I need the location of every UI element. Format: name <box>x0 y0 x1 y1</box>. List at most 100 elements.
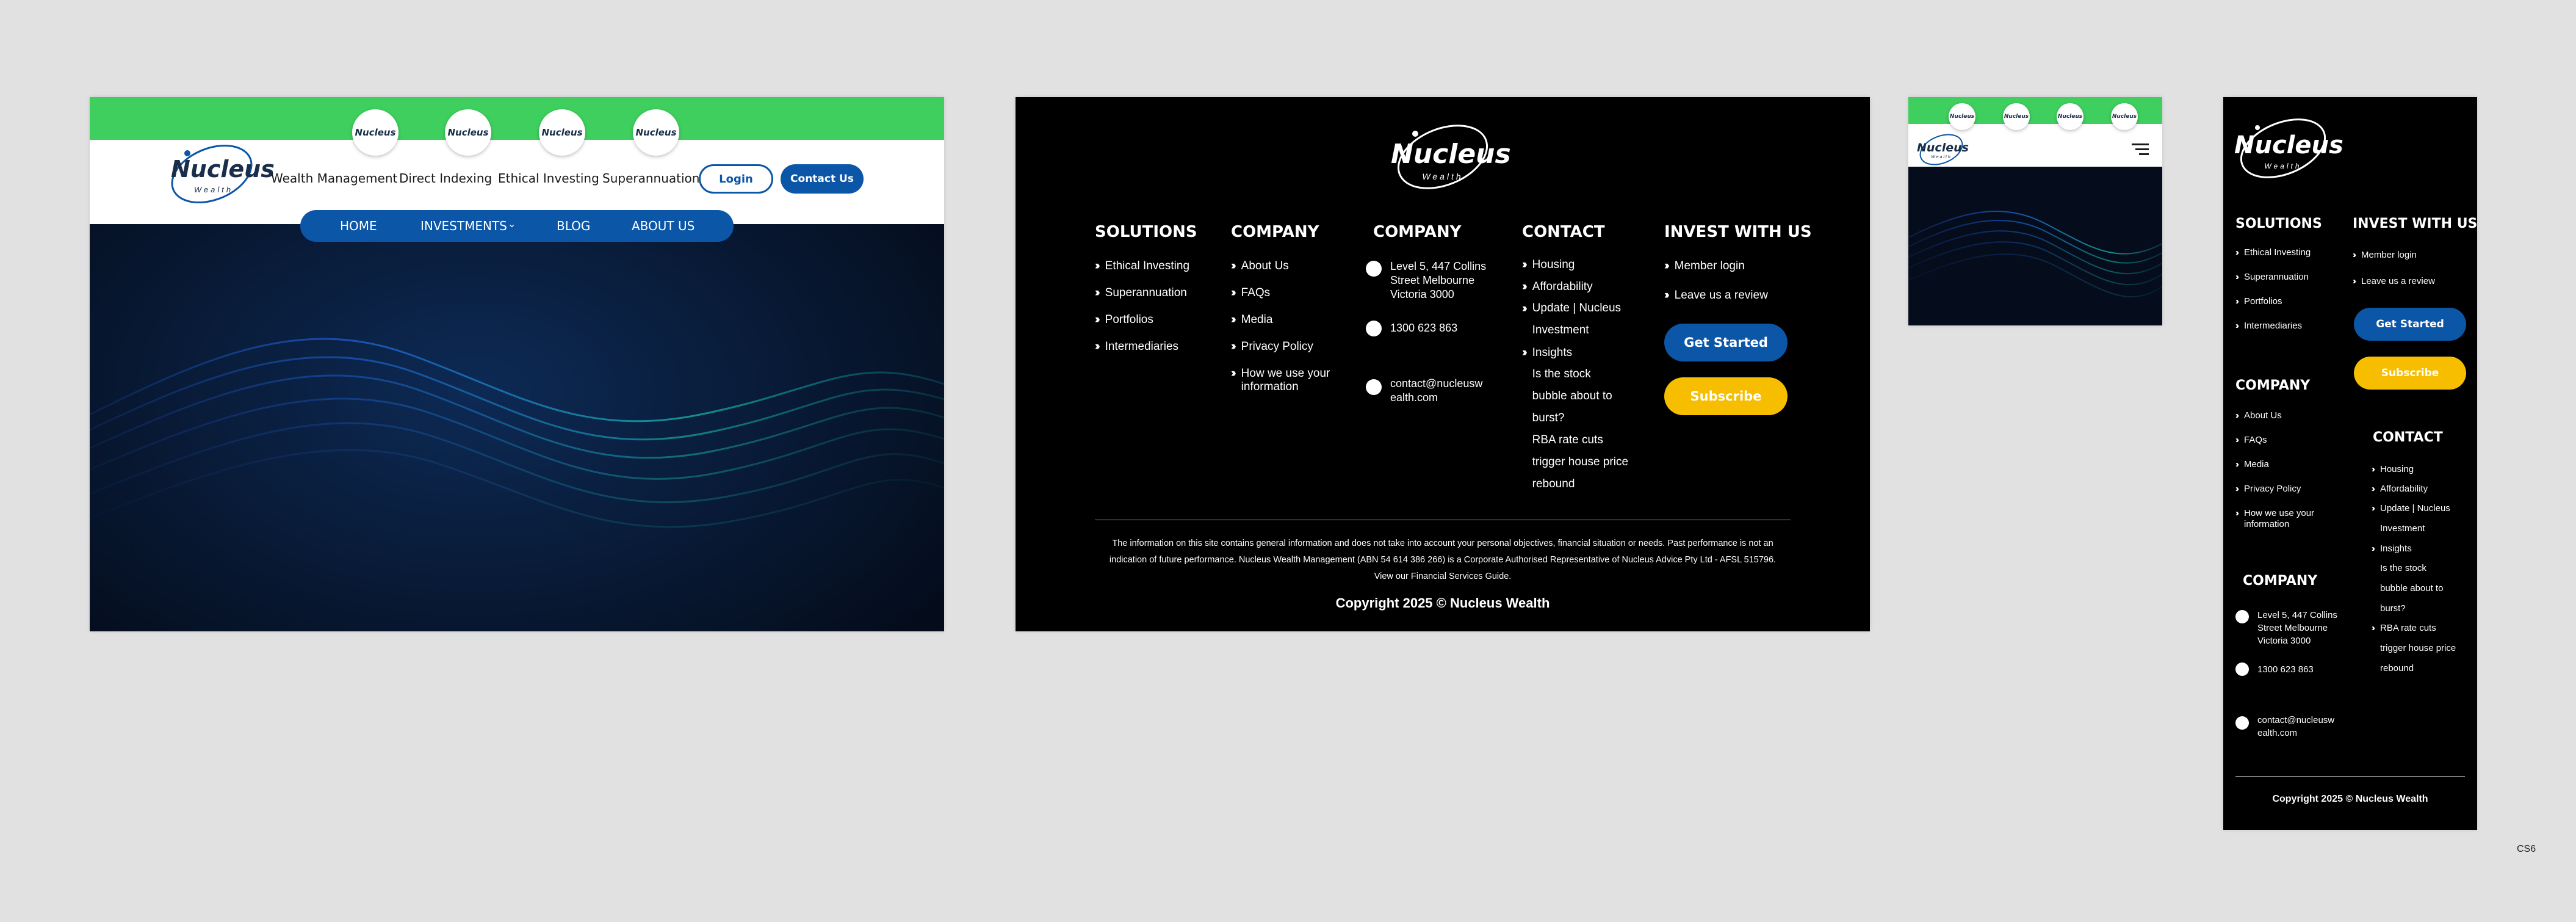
subnav-blog[interactable]: BLOG <box>557 219 590 233</box>
logo-tagline: Wealth <box>1422 172 1463 181</box>
disclaimer-text: The information on this site contains ge… <box>1109 539 1777 581</box>
footer-link[interactable]: ›› Media <box>1231 313 1272 327</box>
footer-link[interactable]: ›› Insights <box>2372 543 2412 554</box>
link-label: RBA rate cuts trigger house price reboun… <box>1532 434 1629 490</box>
link-label: Portfolios <box>1105 313 1153 326</box>
footer-link[interactable]: ›› Media <box>2235 459 2269 470</box>
double-chevron-icon: ›› <box>2353 250 2356 260</box>
double-chevron-icon: ›› <box>1522 302 1527 315</box>
email-icon <box>1366 379 1382 395</box>
footer-link[interactable]: ››Is the stock bubble about to burst? <box>2372 563 2443 619</box>
location-icon <box>1366 261 1382 277</box>
footer-link[interactable]: ›› Ethical Investing <box>1095 260 1189 273</box>
footer-link[interactable]: ›› About Us <box>1231 260 1289 273</box>
login-button[interactable]: Login <box>699 164 773 194</box>
nucleus-badge[interactable]: Nucleus <box>2003 103 2030 130</box>
link-label: About Us <box>1241 260 1289 272</box>
badge-label: Nucleus <box>1949 114 1975 120</box>
nucleus-badge[interactable]: Nucleus <box>2057 103 2084 130</box>
contact-us-button[interactable]: Contact Us <box>781 164 864 194</box>
member-login-link[interactable]: ›› Member login <box>2353 250 2417 260</box>
link-label: Member login <box>1674 260 1745 272</box>
nucleus-logo[interactable]: Nucleus Wealth <box>166 139 275 206</box>
badge-label: Nucleus <box>635 127 677 138</box>
footer-link[interactable]: ››RBA rate cuts trigger house price rebo… <box>1522 434 1628 495</box>
footer-logo[interactable]: Nucleus Wealth <box>2234 111 2343 184</box>
footer-link[interactable]: ›› Portfolios <box>2235 296 2282 307</box>
link-label: Insights <box>2380 543 2412 554</box>
link-label: Is the stock bubble about to burst? <box>2380 563 2444 614</box>
nucleus-badge[interactable]: Nucleus <box>2111 103 2138 130</box>
chevron-down-icon[interactable]: ⌄ <box>508 218 516 230</box>
footer-link[interactable]: ›› Ethical Investing <box>2235 247 2311 258</box>
leave-review-link[interactable]: ›› Leave us a review <box>2353 276 2435 286</box>
get-started-button[interactable]: Get Started <box>1664 324 1788 361</box>
nucleus-badge[interactable]: Nucleus <box>633 109 679 156</box>
email-icon <box>2235 716 2249 730</box>
hamburger-menu-icon[interactable] <box>2132 142 2149 156</box>
phone-text[interactable]: 1300 623 863 <box>2257 664 2314 675</box>
footer-link[interactable]: ›› About Us <box>2235 410 2282 421</box>
double-chevron-icon: ›› <box>2235 272 2239 282</box>
footer-link[interactable]: ›› Update | Nucleus Investment <box>2372 503 2450 539</box>
subnav-about-us[interactable]: ABOUT US <box>632 219 695 233</box>
mobile-footer-panel: Nucleus Wealth SOLUTIONS ›› Ethical Inves… <box>2223 97 2477 830</box>
footer-link[interactable]: ›› Intermediaries <box>2235 321 2302 331</box>
footer-link[interactable]: ›› Housing <box>2372 464 2414 474</box>
footer-link[interactable]: ›› Superannuation <box>2235 272 2309 282</box>
corner-label: CS6 <box>2517 844 2536 854</box>
badge-label: Nucleus <box>541 127 583 138</box>
nav-superannuation[interactable]: Superannuation <box>602 171 699 186</box>
double-chevron-icon: ›› <box>2372 464 2375 474</box>
footer-link[interactable]: ›› Superannuation <box>1095 286 1187 300</box>
double-chevron-icon: ›› <box>2235 435 2239 445</box>
leave-review-link[interactable]: ›› Leave us a review <box>1664 289 1768 302</box>
footer-link[interactable]: ›› Affordability <box>2372 484 2428 494</box>
nucleus-logo[interactable]: Nucleus Wealth <box>1917 131 1969 165</box>
contact-heading: CONTACT <box>2373 430 2443 445</box>
footer-link[interactable]: ›› Intermediaries <box>1095 340 1178 354</box>
footer-link[interactable]: ›› Privacy Policy <box>2235 484 2301 494</box>
logo-wordmark: Nucleus <box>1917 141 1969 154</box>
nucleus-badge[interactable]: Nucleus <box>352 109 399 156</box>
link-label: Housing <box>2380 464 2414 474</box>
email-text[interactable]: contact@nucleusw ealth.com <box>2257 714 2334 739</box>
member-login-link[interactable]: ›› Member login <box>1664 260 1745 273</box>
link-label: Member login <box>2361 250 2417 260</box>
footer-link[interactable]: ›› FAQs <box>2235 435 2267 445</box>
footer-link[interactable]: ›› Housing <box>1522 258 1575 272</box>
nav-direct-indexing[interactable]: Direct Indexing <box>399 171 492 186</box>
subscribe-button[interactable]: Subscribe <box>2354 357 2466 390</box>
phone-icon <box>2235 662 2249 676</box>
footer-link[interactable]: ›› Update | Nucleus Investment <box>1522 302 1621 341</box>
get-started-button[interactable]: Get Started <box>2354 308 2466 341</box>
footer-link[interactable]: ›› FAQs <box>1231 286 1270 300</box>
nav-ethical-investing[interactable]: Ethical Investing <box>498 171 599 186</box>
footer-link[interactable]: ››RBA rate cuts trigger house price rebo… <box>2372 623 2456 678</box>
footer-link[interactable]: ››Is the stock bubble about to burst? <box>1522 368 1612 429</box>
subnav-investments[interactable]: INVESTMENTS <box>420 219 507 233</box>
double-chevron-icon: ›› <box>1095 313 1100 326</box>
subscribe-button[interactable]: Subscribe <box>1664 377 1788 415</box>
footer-link[interactable]: ›› Privacy Policy <box>1231 340 1313 354</box>
nav-wealth-management[interactable]: Wealth Management <box>271 171 397 186</box>
nucleus-badge[interactable]: Nucleus <box>1949 103 1975 130</box>
link-label: Affordability <box>2380 484 2428 494</box>
footer-link[interactable]: ›› How we use your information <box>1231 367 1330 394</box>
link-label: Portfolios <box>2244 296 2282 307</box>
nucleus-badge[interactable]: Nucleus <box>445 109 491 156</box>
footer-link[interactable]: ›› Insights <box>1522 346 1572 360</box>
logo-tagline: Wealth <box>1931 155 1952 159</box>
email-text[interactable]: contact@nucleusw ealth.com <box>1390 377 1482 405</box>
footer-link[interactable]: ›› Affordability <box>1522 280 1593 294</box>
badge-label: Nucleus <box>355 127 396 138</box>
footer-link[interactable]: ›› How we use your information <box>2235 508 2314 530</box>
phone-text[interactable]: 1300 623 863 <box>1390 322 1457 335</box>
nucleus-badge[interactable]: Nucleus <box>539 109 585 156</box>
footer-link[interactable]: ›› Portfolios <box>1095 313 1153 327</box>
desktop-header-panel: Nucleus Nucleus Nucleus Nucleus Nucleus … <box>90 97 944 631</box>
footer-logo[interactable]: Nucleus Wealth <box>1391 115 1511 195</box>
subnav-home[interactable]: HOME <box>340 219 377 233</box>
link-label: Intermediaries <box>2244 321 2303 331</box>
link-label: Is the stock bubble about to burst? <box>1532 368 1612 424</box>
